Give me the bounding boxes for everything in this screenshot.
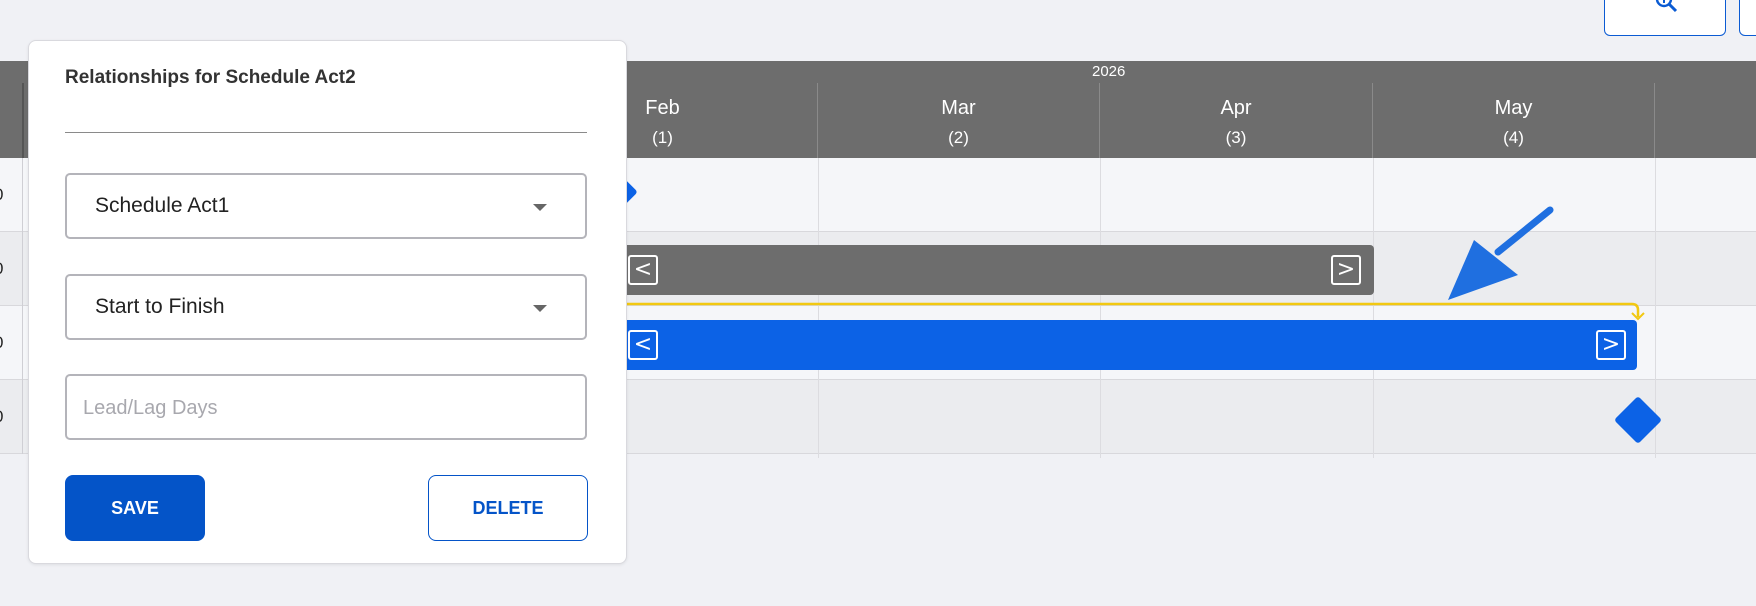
month-name: Apr [1220, 97, 1252, 119]
month-name: May [1494, 97, 1533, 119]
row-value: 0 [0, 232, 23, 306]
month-index: (3) [1225, 128, 1247, 147]
annotation-arrow-icon [1448, 206, 1554, 300]
row-value: 0 [0, 306, 23, 380]
month-column-mar: Mar (2) [818, 83, 1100, 158]
chevron-down-icon [533, 305, 547, 312]
save-button[interactable]: SAVE [65, 475, 205, 541]
resize-handle-right[interactable]: > [1596, 330, 1626, 360]
dialog-title: Relationships for Schedule Act2 [65, 67, 356, 88]
month-column-apr: Apr (3) [1100, 83, 1373, 158]
chevron-down-icon [533, 204, 547, 211]
month-column-may: May (4) [1373, 83, 1655, 158]
month-index: (2) [948, 128, 969, 147]
predecessor-value: Schedule Act1 [95, 194, 230, 217]
delete-button[interactable]: DELETE [428, 475, 588, 541]
resize-handle-left[interactable]: < [628, 330, 658, 360]
relationship-type-select[interactable]: Start to Finish [65, 274, 587, 340]
row-value: 0 [0, 158, 23, 232]
zoom-in-button[interactable] [1604, 0, 1726, 36]
task-bar-schedule-act2[interactable]: < > [560, 320, 1637, 370]
relationships-dialog: Relationships for Schedule Act2 Schedule… [28, 40, 627, 564]
resize-handle-right[interactable]: > [1331, 255, 1361, 285]
predecessor-select[interactable]: Schedule Act1 [65, 173, 587, 239]
lead-lag-input[interactable] [81, 390, 575, 426]
resize-handle-left[interactable]: < [628, 255, 658, 285]
left-header-strip [0, 83, 24, 158]
lead-lag-field[interactable] [65, 374, 587, 440]
toolbar-button[interactable] [1739, 0, 1756, 36]
row-value: 0 [0, 380, 23, 454]
divider [65, 132, 587, 133]
month-index: (4) [1503, 128, 1524, 147]
task-bar-schedule-act1[interactable]: < > [560, 245, 1374, 295]
year-label: 2026 [1092, 63, 1126, 80]
zoom-in-icon [1655, 0, 1678, 13]
month-name: Mar [941, 97, 976, 119]
relationship-type-value: Start to Finish [95, 295, 225, 318]
